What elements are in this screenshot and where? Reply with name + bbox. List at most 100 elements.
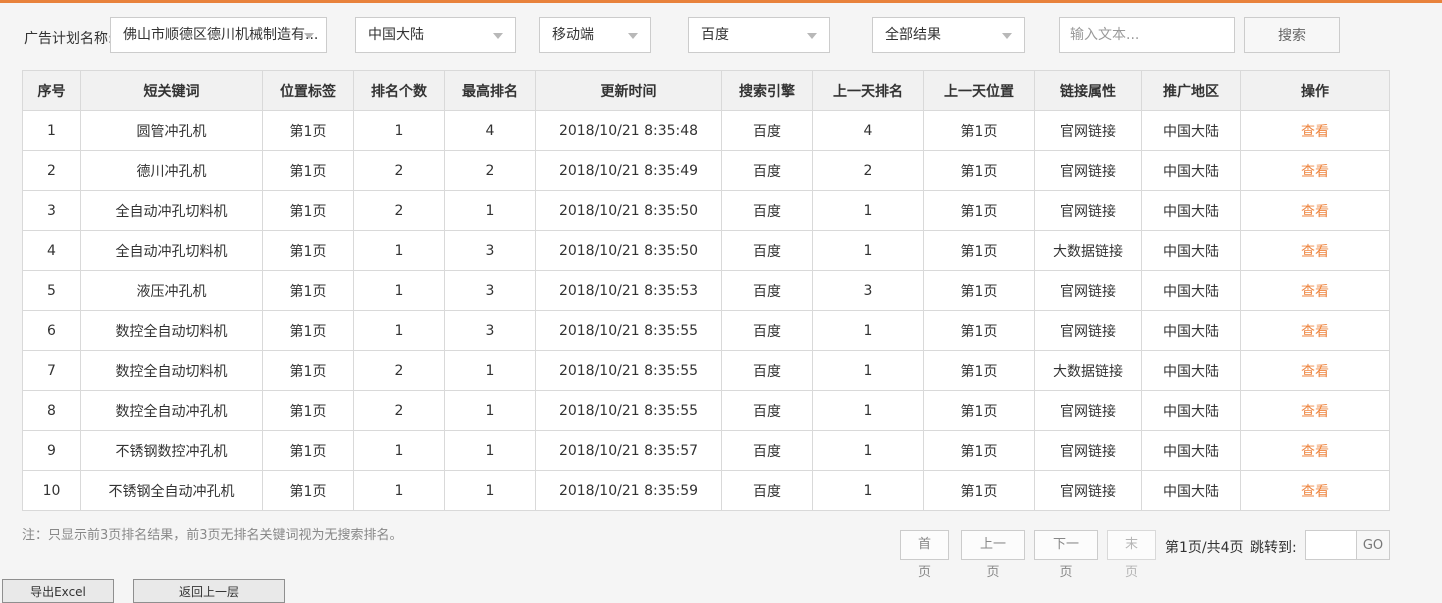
plan-select[interactable]: 佛山市顺德区德川机械制造有... (110, 17, 327, 53)
column-header: 推广地区 (1141, 70, 1241, 111)
table-row: 6 数控全自动切料机 第1页 1 3 2018/10/21 8:35:55 百度 1 第1页 官网… (22, 310, 1390, 351)
table-cell: 全自动冲孔切料机 (80, 190, 263, 231)
table-cell: 第1页 (262, 350, 354, 391)
table-cell: 3 (22, 190, 81, 231)
region-select[interactable]: 中国大陆 (355, 17, 516, 53)
table-cell: 百度 (721, 310, 813, 351)
table-cell: 数控全自动冲孔机 (80, 390, 263, 431)
table-cell: 1 (812, 310, 924, 351)
table-cell: 第1页 (262, 230, 354, 271)
table-cell: 中国大陆 (1141, 110, 1241, 151)
table-cell: 官网链接 (1034, 270, 1142, 311)
table-cell: 官网链接 (1034, 430, 1142, 471)
view-link[interactable]: 查看 (1301, 164, 1329, 180)
view-link[interactable]: 查看 (1301, 484, 1329, 500)
table-cell: 第1页 (923, 470, 1035, 511)
table-cell: 1 (353, 110, 445, 151)
table-cell: 8 (22, 390, 81, 431)
table-cell: 3 (444, 270, 536, 311)
chevron-down-icon (493, 33, 503, 39)
jump-page-input[interactable] (1305, 530, 1357, 560)
table-cell: 4 (812, 110, 924, 151)
table-cell: 7 (22, 350, 81, 391)
keyword-rank-table: 序号 短关键词 位置标签 排名个数 最高排名 更新时间 搜索引擎 上一天排名 上一天位置 链接属性… (22, 70, 1390, 511)
action-cell: 查看 (1240, 150, 1390, 191)
table-cell: 2018/10/21 8:35:55 (535, 350, 722, 391)
table-cell: 中国大陆 (1141, 390, 1241, 431)
table-cell: 中国大陆 (1141, 350, 1241, 391)
table-cell: 中国大陆 (1141, 470, 1241, 511)
table-cell: 第1页 (923, 310, 1035, 351)
table-cell: 不锈钢全自动冲孔机 (80, 470, 263, 511)
table-cell: 第1页 (923, 350, 1035, 391)
table-cell: 官网链接 (1034, 190, 1142, 231)
table-cell: 官网链接 (1034, 150, 1142, 191)
table-row: 2 德川冲孔机 第1页 2 2 2018/10/21 8:35:49 百度 2 第1页 官网链接中… (22, 150, 1390, 191)
table-cell: 官网链接 (1034, 110, 1142, 151)
action-cell: 查看 (1240, 470, 1390, 511)
go-button[interactable]: GO (1356, 530, 1390, 560)
view-link[interactable]: 查看 (1301, 244, 1329, 260)
table-cell: 2 (444, 150, 536, 191)
view-link[interactable]: 查看 (1301, 124, 1329, 140)
table-cell: 1 (353, 430, 445, 471)
table-cell: 2018/10/21 8:35:50 (535, 230, 722, 271)
column-header: 链接属性 (1034, 70, 1142, 111)
table-cell: 不锈钢数控冲孔机 (80, 430, 263, 471)
action-cell: 查看 (1240, 310, 1390, 351)
table-cell: 1 (812, 230, 924, 271)
chevron-down-icon (628, 33, 638, 39)
engine-select[interactable]: 百度 (688, 17, 830, 53)
table-cell: 1 (22, 110, 81, 151)
table-cell: 第1页 (262, 430, 354, 471)
table-cell: 2 (22, 150, 81, 191)
table-cell: 2018/10/21 8:35:55 (535, 390, 722, 431)
table-cell: 德川冲孔机 (80, 150, 263, 191)
view-link[interactable]: 查看 (1301, 284, 1329, 300)
table-cell: 第1页 (923, 270, 1035, 311)
table-cell: 百度 (721, 390, 813, 431)
table-row: 3 全自动冲孔切料机 第1页 2 1 2018/10/21 8:35:50 百度 1 第1页 官网… (22, 190, 1390, 231)
chevron-down-icon (1002, 33, 1012, 39)
column-header: 位置标签 (262, 70, 354, 111)
search-button[interactable]: 搜索 (1244, 17, 1340, 53)
table-cell: 3 (812, 270, 924, 311)
table-cell: 官网链接 (1034, 310, 1142, 351)
device-select[interactable]: 移动端 (539, 17, 651, 53)
column-header: 上一天位置 (923, 70, 1035, 111)
pagination-last-button[interactable]: 末页 (1107, 530, 1156, 580)
view-link[interactable]: 查看 (1301, 444, 1329, 460)
table-cell: 1 (353, 470, 445, 511)
table-row: 9 不锈钢数控冲孔机 第1页 1 1 2018/10/21 8:35:57 百度 1 第1页 官网… (22, 430, 1390, 471)
result-select[interactable]: 全部结果 (872, 17, 1025, 53)
table-row: 4 全自动冲孔切料机 第1页 1 3 2018/10/21 8:35:50 百度 1 第1页 大数… (22, 230, 1390, 271)
back-button[interactable]: 返回上一层 (133, 579, 285, 603)
table-cell: 圆管冲孔机 (80, 110, 263, 151)
export-excel-button[interactable]: 导出Excel (2, 579, 114, 603)
column-header: 上一天排名 (812, 70, 924, 111)
table-cell: 1 (444, 390, 536, 431)
table-cell: 大数据链接 (1034, 230, 1142, 271)
view-link[interactable]: 查看 (1301, 324, 1329, 340)
view-link[interactable]: 查看 (1301, 204, 1329, 220)
table-cell: 大数据链接 (1034, 350, 1142, 391)
view-link[interactable]: 查看 (1301, 364, 1329, 380)
table-cell: 第1页 (262, 110, 354, 151)
column-header: 排名个数 (353, 70, 445, 111)
action-cell: 查看 (1240, 230, 1390, 271)
table-cell: 百度 (721, 110, 813, 151)
table-cell: 百度 (721, 190, 813, 231)
table-cell: 中国大陆 (1141, 190, 1241, 231)
table-cell: 2 (353, 190, 445, 231)
table-cell: 第1页 (923, 430, 1035, 471)
table-cell: 1 (812, 190, 924, 231)
action-cell: 查看 (1240, 390, 1390, 431)
pagination-prev-button[interactable]: 上一页 (961, 530, 1025, 580)
pagination-first-button[interactable]: 首页 (900, 530, 949, 580)
view-link[interactable]: 查看 (1301, 404, 1329, 420)
action-cell: 查看 (1240, 190, 1390, 231)
plan-select-value: 佛山市顺德区德川机械制造有... (123, 27, 319, 43)
pagination-next-button[interactable]: 下一页 (1034, 530, 1098, 580)
table-cell: 百度 (721, 350, 813, 391)
keyword-text-input[interactable] (1059, 17, 1235, 53)
